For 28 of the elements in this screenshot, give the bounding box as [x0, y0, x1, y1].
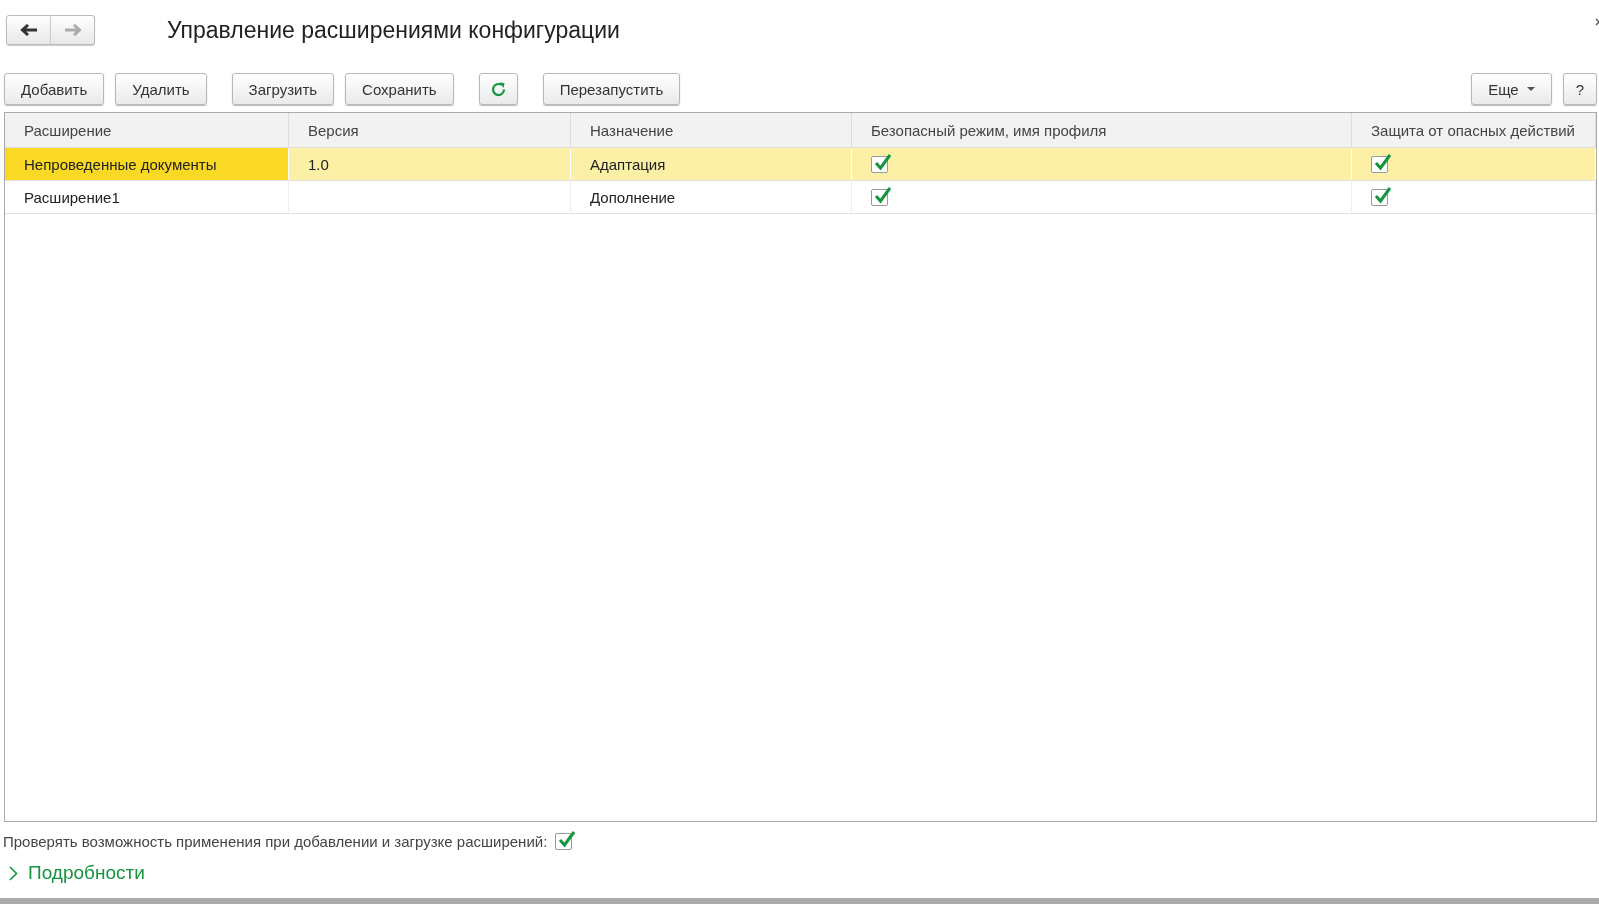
- toolbar-button[interactable]: Сохранить: [345, 73, 454, 105]
- column-header[interactable]: Защита от опасных действий: [1352, 113, 1596, 147]
- back-arrow-icon: [19, 24, 38, 36]
- back-button[interactable]: [6, 15, 51, 45]
- toolbar-button[interactable]: Добавить: [4, 73, 105, 105]
- toolbar-button[interactable]: ?: [1562, 73, 1597, 105]
- table-cell[interactable]: Адаптация: [571, 148, 852, 180]
- column-header[interactable]: Безопасный режим, имя профиля: [852, 113, 1352, 147]
- more-button[interactable]: Еще: [1471, 73, 1552, 105]
- table-cell[interactable]: Расширение1: [5, 181, 289, 213]
- toolbar-button[interactable]: Загрузить: [231, 73, 335, 105]
- table-cell[interactable]: Непроведенные документы: [5, 148, 289, 180]
- refresh-button[interactable]: [478, 73, 518, 105]
- column-header[interactable]: Версия: [289, 113, 571, 147]
- details-toggle[interactable]: Подробности: [9, 862, 145, 884]
- window-title: Управление расширениями конфигурации: [167, 16, 620, 44]
- refresh-icon: [489, 80, 507, 98]
- column-header[interactable]: Назначение: [571, 113, 852, 147]
- column-header[interactable]: Расширение: [5, 113, 289, 147]
- option-label: Проверять возможность применения при добавлении и загрузке расширений:: [3, 833, 548, 850]
- checkbox[interactable]: [555, 833, 573, 850]
- chevron-icon: [9, 865, 18, 881]
- table-cell[interactable]: Дополнение: [571, 181, 852, 213]
- forward-arrow-icon: [63, 24, 82, 36]
- toolbar-button[interactable]: Перезапустить: [542, 73, 681, 105]
- table-cell[interactable]: 1.0: [289, 148, 571, 180]
- caret-icon: [1526, 87, 1535, 91]
- toolbar-button[interactable]: Удалить: [115, 73, 207, 105]
